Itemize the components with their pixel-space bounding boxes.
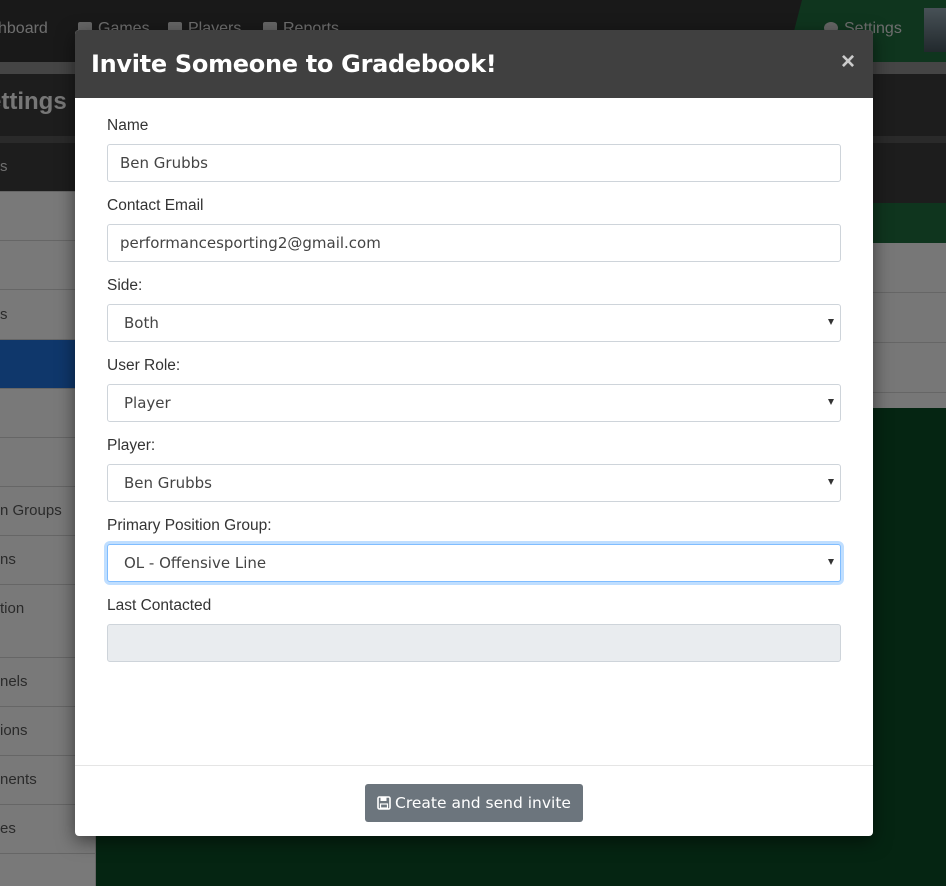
- role-label: User Role:: [107, 357, 181, 374]
- email-label: Contact Email: [107, 197, 204, 214]
- role-group: User Role: Player: [107, 356, 841, 422]
- modal-title: Invite Someone to Gradebook!: [91, 50, 497, 78]
- side-group: Side: Both: [107, 276, 841, 342]
- modal-body: Name Ben Grubbs Contact Email performanc…: [75, 98, 873, 662]
- user-role-select[interactable]: Player: [107, 384, 841, 422]
- player-label: Player:: [107, 437, 156, 454]
- close-button[interactable]: ×: [839, 48, 857, 76]
- side-select[interactable]: Both: [107, 304, 841, 342]
- caret-down-icon: [828, 479, 834, 485]
- create-and-send-invite-button[interactable]: Create and send invite: [365, 784, 583, 822]
- player-select[interactable]: Ben Grubbs: [107, 464, 841, 502]
- primary-position-select[interactable]: OL - Offensive Line: [107, 544, 841, 582]
- position-label: Primary Position Group:: [107, 517, 272, 534]
- position-group: Primary Position Group: OL - Offensive L…: [107, 516, 841, 582]
- player-group: Player: Ben Grubbs: [107, 436, 841, 502]
- email-field[interactable]: performancesporting2@gmail.com: [107, 224, 841, 262]
- name-label: Name: [107, 117, 149, 134]
- modal-header: Invite Someone to Gradebook! ×: [75, 30, 873, 98]
- name-input[interactable]: Ben Grubbs: [107, 144, 841, 182]
- modal-footer: Create and send invite: [75, 765, 873, 836]
- email-group: Contact Email performancesporting2@gmail…: [107, 196, 841, 262]
- side-label: Side:: [107, 277, 143, 294]
- caret-down-icon: [828, 559, 834, 565]
- last-contacted-field: [107, 624, 841, 662]
- last-contacted-label: Last Contacted: [107, 597, 212, 614]
- save-icon: [377, 796, 391, 810]
- caret-down-icon: [828, 319, 834, 325]
- last-contacted-group: Last Contacted: [107, 596, 841, 662]
- invite-modal: Invite Someone to Gradebook! × Name Ben …: [75, 30, 873, 836]
- name-group: Name Ben Grubbs: [107, 116, 841, 182]
- caret-down-icon: [828, 399, 834, 405]
